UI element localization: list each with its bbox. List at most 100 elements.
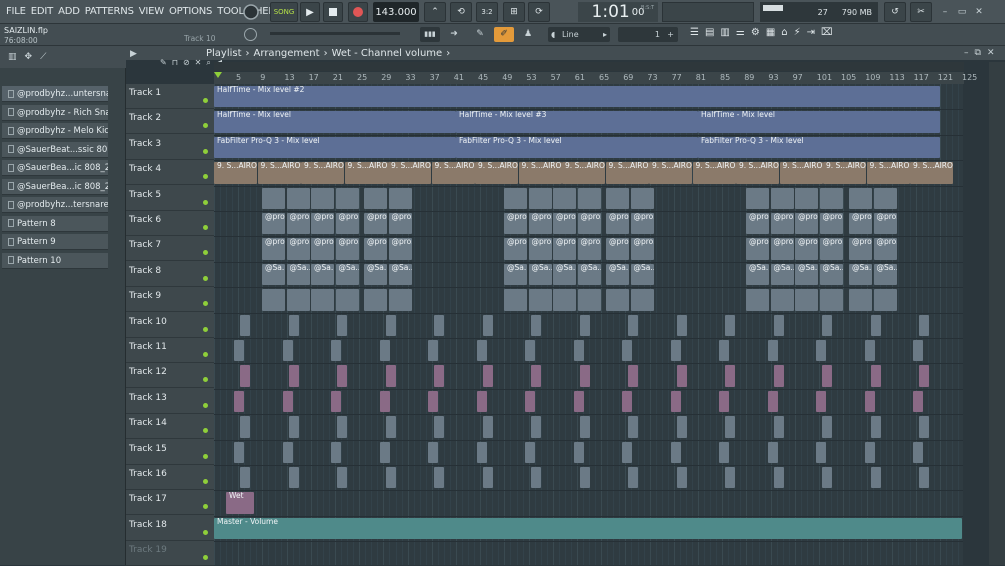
automation-clip[interactable]: HalfTime - Mix level xyxy=(214,111,456,133)
pattern-clip[interactable] xyxy=(767,340,778,362)
pattern-clip[interactable] xyxy=(282,441,293,463)
pattern-clip[interactable] xyxy=(288,416,299,438)
pattern-clip[interactable] xyxy=(288,365,299,387)
pattern-clip[interactable]: @pro...ick xyxy=(770,238,794,260)
pattern-clip[interactable] xyxy=(573,340,584,362)
pattern-clip[interactable]: @Sa...2 #2 xyxy=(311,263,334,286)
stamp-button[interactable]: ♟ xyxy=(518,27,538,42)
audio-clip[interactable]: 9. S...AIRO xyxy=(649,162,692,184)
track-header[interactable]: Track 7 xyxy=(126,236,214,262)
play-button[interactable]: ▶ xyxy=(300,2,320,22)
pattern-clip[interactable] xyxy=(725,416,735,438)
blend-notes-button[interactable]: ⊞ xyxy=(503,2,525,22)
pattern-clip[interactable] xyxy=(337,416,347,438)
audio-clip[interactable]: 9. S...AIRO xyxy=(214,162,257,184)
pattern-clip[interactable] xyxy=(864,441,875,463)
menu-add[interactable]: ADD xyxy=(58,6,80,17)
snap-select[interactable]: ◖ Line ▸ xyxy=(548,27,610,42)
pattern-clip[interactable] xyxy=(719,390,729,413)
pattern-clip[interactable] xyxy=(553,289,576,311)
pattern-clip[interactable]: @pro...ick xyxy=(286,238,310,260)
pattern-clip[interactable]: @pro...are xyxy=(504,213,527,235)
pattern-clip[interactable] xyxy=(770,289,794,311)
pattern-clip[interactable] xyxy=(628,416,638,438)
pattern-clip[interactable]: @Sa...2 #2 xyxy=(335,263,359,286)
pattern-clip[interactable] xyxy=(870,314,881,336)
pattern-clip[interactable] xyxy=(725,314,735,336)
track-header[interactable]: Track 8 xyxy=(126,262,214,287)
track-header[interactable]: Track 11 xyxy=(126,338,214,363)
pattern-clip[interactable]: @Sa...2 #2 xyxy=(286,263,310,286)
render-icon[interactable]: ⇥ xyxy=(807,27,815,42)
pattern-clip[interactable] xyxy=(528,289,552,311)
pattern-clip[interactable]: @pro...ick xyxy=(388,238,412,260)
pattern-item[interactable]: @SauerBea...ic 808_2 #2 xyxy=(2,160,108,176)
pattern-clip[interactable] xyxy=(434,416,444,438)
pattern-clip[interactable]: @Sa...2 #2 xyxy=(746,263,769,286)
track-header[interactable]: Track 18 xyxy=(126,516,214,541)
undo-button[interactable]: ↺ xyxy=(884,2,906,22)
audio-clip[interactable]: 9. S...AIRO xyxy=(910,162,953,184)
pattern-clip[interactable] xyxy=(606,187,629,209)
pattern-clip[interactable]: @pro...ick xyxy=(630,238,654,260)
pattern-clip[interactable] xyxy=(670,441,681,463)
pattern-clip[interactable] xyxy=(428,441,438,463)
pattern-clip[interactable] xyxy=(579,467,590,489)
pattern-clip[interactable] xyxy=(434,467,444,489)
track-mute-led[interactable] xyxy=(203,326,208,332)
track-mute-led[interactable] xyxy=(203,402,208,408)
pattern-clip[interactable] xyxy=(234,340,244,362)
pattern-clip[interactable] xyxy=(531,416,541,438)
minimize-button[interactable]: – xyxy=(938,2,952,22)
pattern-clip[interactable] xyxy=(579,416,590,438)
pattern-clip[interactable] xyxy=(819,187,843,209)
pattern-clip[interactable]: @pro...ick xyxy=(262,238,285,260)
pattern-clip[interactable]: @pro...are xyxy=(388,213,412,235)
pattern-clip[interactable]: @pro...are xyxy=(630,213,654,235)
tempo-display[interactable]: 143.000 xyxy=(373,2,419,22)
menu-edit[interactable]: EDIT xyxy=(31,6,53,17)
pattern-clip[interactable] xyxy=(676,365,687,387)
pattern-clip[interactable] xyxy=(628,365,638,387)
pattern-clip[interactable]: @pro...are xyxy=(873,213,897,235)
pattern-clip[interactable] xyxy=(385,467,396,489)
pattern-clip[interactable] xyxy=(282,390,293,413)
pattern-clip[interactable]: @pro...are xyxy=(795,213,818,235)
tempo-tap-icon[interactable]: ⚡ xyxy=(794,27,801,42)
pattern-clip[interactable] xyxy=(428,340,438,362)
zoom-tool-icon[interactable]: ⌕ xyxy=(206,58,210,70)
pencil-tool-icon[interactable]: ✎ xyxy=(160,58,167,70)
restore-icon[interactable]: ⧉ xyxy=(975,48,981,58)
pattern-clip[interactable] xyxy=(577,289,601,311)
track-header[interactable]: Track 3 xyxy=(126,135,214,160)
move-icon[interactable]: ✥ xyxy=(25,52,33,62)
pattern-clip[interactable] xyxy=(282,340,293,362)
pattern-clip[interactable]: @pro...are xyxy=(819,213,843,235)
pattern-clip[interactable] xyxy=(606,289,629,311)
menu-view[interactable]: VIEW xyxy=(139,6,164,17)
pattern-clip[interactable]: @pro...are xyxy=(606,213,629,235)
pattern-clip[interactable] xyxy=(919,314,929,336)
pattern-clip[interactable] xyxy=(773,365,784,387)
vertical-scrollbar[interactable] xyxy=(989,62,1005,565)
pattern-clip[interactable] xyxy=(525,340,535,362)
track-header[interactable]: Track 5 xyxy=(126,186,214,211)
pattern-clip[interactable] xyxy=(385,365,396,387)
countdown-button[interactable]: 3:2 xyxy=(476,2,498,22)
channel-rack-icon[interactable]: ▥ xyxy=(720,27,729,42)
pattern-clip[interactable] xyxy=(622,340,632,362)
pattern-clip[interactable] xyxy=(870,416,881,438)
pattern-clip[interactable] xyxy=(388,187,412,209)
delete-tool-icon[interactable]: ⊘ xyxy=(183,58,190,70)
pattern-clip[interactable]: @pro...ick xyxy=(335,238,359,260)
pattern-clip[interactable] xyxy=(849,289,872,311)
pattern-clip[interactable] xyxy=(919,416,929,438)
pattern-clip[interactable]: @Sa...2 #2 xyxy=(770,263,794,286)
audio-clip[interactable]: 9. S...AIRO xyxy=(736,162,779,184)
pattern-clip[interactable]: @pro...are xyxy=(849,213,872,235)
automation-clip[interactable]: Master - Volume xyxy=(214,517,962,540)
pattern-clip[interactable] xyxy=(482,416,493,438)
pattern-clip[interactable] xyxy=(873,289,897,311)
pattern-clip[interactable] xyxy=(822,365,832,387)
track-header[interactable]: Track 16 xyxy=(126,465,214,490)
